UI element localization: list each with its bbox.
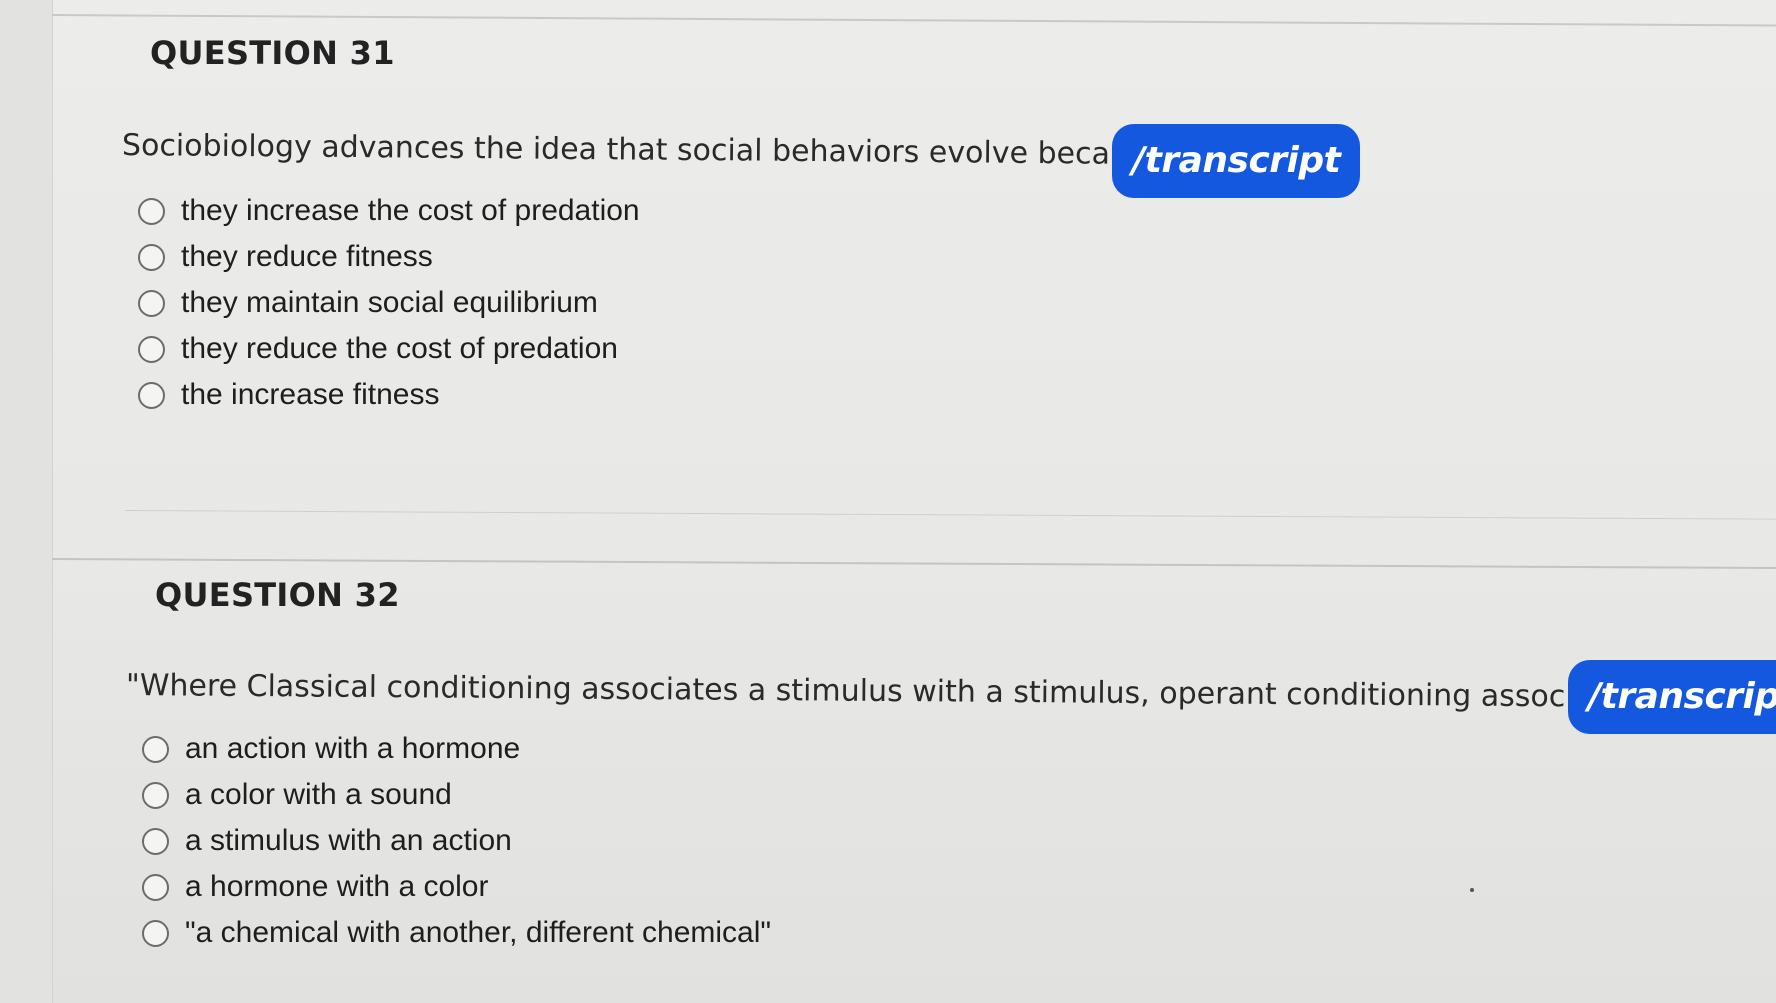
question-title: QUESTION 31: [150, 34, 395, 72]
question-title: QUESTION 32: [155, 576, 400, 614]
option-label: a color with a sound: [185, 778, 452, 811]
radio-unselected-icon[interactable]: [138, 197, 165, 225]
radio-unselected-icon[interactable]: [142, 919, 169, 947]
answer-option[interactable]: "a chemical with another, different chem…: [142, 910, 771, 956]
top-divider: [51, 14, 1776, 27]
radio-unselected-icon[interactable]: [142, 781, 169, 809]
radio-unselected-icon[interactable]: [138, 243, 165, 271]
answer-option[interactable]: a hormone with a color: [142, 864, 771, 910]
answer-option[interactable]: they increase the cost of predation: [138, 188, 640, 234]
option-label: an action with a hormone: [185, 732, 521, 765]
answer-option[interactable]: they maintain social equilibrium: [138, 280, 640, 326]
option-label: "a chemical with another, different chem…: [185, 916, 772, 949]
radio-unselected-icon[interactable]: [138, 289, 165, 317]
radio-unselected-icon[interactable]: [142, 827, 169, 855]
option-label: they increase the cost of predation: [181, 194, 640, 227]
radio-unselected-icon[interactable]: [138, 335, 165, 363]
question-separator: [51, 558, 1776, 570]
option-label: they reduce the cost of predation: [181, 332, 618, 365]
option-label: a stimulus with an action: [185, 824, 512, 857]
screen-speck: [1470, 888, 1474, 892]
answer-option[interactable]: they reduce the cost of predation: [138, 326, 640, 372]
question-text: "Where Classical conditioning associates…: [125, 668, 1652, 715]
screenshot: QUESTION 31 Sociobiology advances the id…: [0, 0, 1776, 1003]
transcript-button[interactable]: /transcript: [1568, 660, 1776, 734]
answer-option[interactable]: an action with a hormone: [142, 726, 771, 772]
question-text: Sociobiology advances the idea that soci…: [121, 128, 1164, 173]
answer-option[interactable]: a stimulus with an action: [142, 818, 771, 864]
option-label: a hormone with a color: [185, 870, 489, 903]
radio-unselected-icon[interactable]: [142, 873, 169, 901]
answer-options: they increase the cost of predation they…: [138, 188, 640, 418]
left-gutter: [0, 0, 53, 1003]
option-label: the increase fitness: [181, 378, 440, 411]
answer-option[interactable]: they reduce fitness: [138, 234, 640, 280]
transcript-button[interactable]: /transcript: [1112, 124, 1361, 198]
option-label: they maintain social equilibrium: [181, 286, 598, 319]
radio-unselected-icon[interactable]: [142, 735, 169, 763]
inner-divider: [124, 510, 1776, 520]
answer-option[interactable]: a color with a sound: [142, 772, 771, 818]
answer-options: an action with a hormone a color with a …: [142, 726, 771, 956]
option-label: they reduce fitness: [181, 240, 433, 273]
answer-option[interactable]: the increase fitness: [138, 372, 640, 418]
radio-unselected-icon[interactable]: [138, 381, 165, 409]
